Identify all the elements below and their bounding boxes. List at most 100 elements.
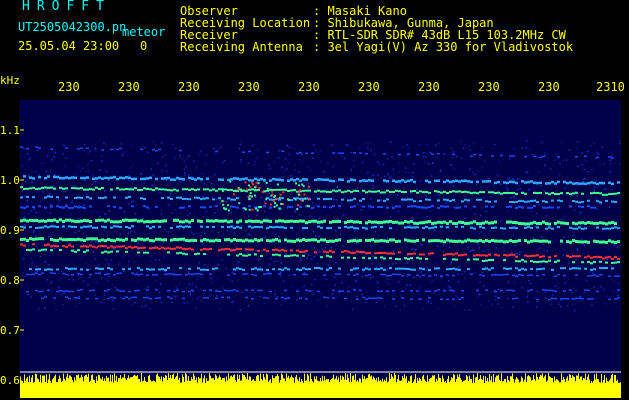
noise-speck <box>543 190 546 192</box>
signal-trace <box>176 189 179 192</box>
signal-trace <box>284 249 287 252</box>
signal-trace <box>44 268 47 271</box>
noise-speck <box>268 164 270 166</box>
signal-trace <box>527 180 530 184</box>
meteor-echo <box>278 196 281 199</box>
noise-speck <box>36 245 38 247</box>
noise-speck <box>88 177 91 180</box>
noise-speck <box>119 296 122 298</box>
signal-trace <box>263 296 266 299</box>
signal-trace <box>179 273 182 276</box>
signal-trace <box>593 181 596 185</box>
meter-bar <box>341 379 342 398</box>
noise-speck <box>583 244 585 246</box>
meteor-echo <box>248 184 251 187</box>
signal-trace <box>365 274 368 277</box>
noise-speck <box>478 293 480 296</box>
meter-bar <box>99 375 100 398</box>
signal-trace <box>572 200 575 202</box>
signal-trace <box>362 198 365 200</box>
meter-bar <box>384 379 385 398</box>
signal-trace <box>509 205 512 208</box>
meter-bar <box>429 379 430 398</box>
meter-bar <box>373 376 374 398</box>
meter-bar <box>115 380 116 398</box>
signal-trace <box>581 227 584 230</box>
signal-trace <box>98 245 101 248</box>
noise-speck <box>193 233 195 235</box>
noise-speck <box>430 175 433 177</box>
signal-trace <box>587 221 590 224</box>
noise-speck <box>398 171 400 173</box>
signal-trace <box>455 268 458 271</box>
signal-trace <box>374 239 377 243</box>
signal-trace <box>47 195 50 198</box>
signal-trace <box>602 181 605 185</box>
meter-bar <box>100 378 101 398</box>
signal-trace <box>380 273 383 276</box>
noise-speck <box>285 167 288 170</box>
signal-trace <box>482 275 485 277</box>
signal-trace <box>230 239 233 243</box>
signal-trace <box>131 238 134 242</box>
meter-bar <box>26 378 27 398</box>
meter-bar <box>427 375 428 398</box>
noise-speck <box>506 187 508 189</box>
signal-trace <box>506 181 509 185</box>
signal-trace <box>380 267 383 270</box>
signal-trace <box>533 181 536 185</box>
meter-bar <box>442 375 443 398</box>
noise-speck <box>609 170 611 173</box>
noise-speck <box>312 157 314 159</box>
signal-trace <box>242 254 245 257</box>
noise-speck <box>200 237 202 239</box>
signal-trace <box>62 220 65 223</box>
noise-speck <box>246 251 249 254</box>
noise-speck <box>505 184 507 186</box>
signal-trace <box>212 219 215 223</box>
signal-trace <box>356 220 359 224</box>
signal-trace <box>416 239 419 242</box>
noise-speck <box>260 196 263 199</box>
noise-speck <box>619 264 621 266</box>
meter-bar <box>503 381 504 398</box>
signal-trace <box>227 220 230 224</box>
noise-speck <box>174 209 176 211</box>
signal-trace <box>29 176 32 179</box>
noise-speck <box>612 290 615 292</box>
meter-bar <box>312 381 313 398</box>
signal-trace <box>257 189 260 191</box>
noise-speck <box>370 245 373 247</box>
meter-bar <box>216 375 217 398</box>
signal-trace <box>467 268 470 271</box>
signal-trace <box>377 190 380 193</box>
signal-trace <box>473 220 476 224</box>
noise-speck <box>300 196 303 198</box>
noise-speck <box>562 159 564 162</box>
signal-trace <box>602 257 605 260</box>
noise-speck <box>45 294 47 297</box>
meter-bar <box>318 381 319 398</box>
meter-bar <box>226 376 227 398</box>
signal-trace <box>596 200 599 203</box>
meter-bar <box>228 373 229 398</box>
signal-trace <box>266 151 269 154</box>
signal-trace <box>551 180 554 184</box>
meter-bar <box>92 374 93 398</box>
noise-speck <box>153 231 155 233</box>
meter-bar <box>179 377 180 398</box>
signal-trace <box>164 177 167 180</box>
noise-speck <box>99 215 101 218</box>
meter-bar <box>388 381 389 398</box>
signal-trace <box>107 273 110 275</box>
signal-trace <box>383 153 386 155</box>
signal-trace <box>62 206 65 209</box>
signal-trace <box>593 256 596 258</box>
noise-speck <box>280 262 282 264</box>
signal-trace <box>467 199 470 202</box>
signal-trace <box>71 176 74 179</box>
signal-trace <box>476 289 479 292</box>
noise-speck <box>143 182 145 185</box>
signal-trace <box>326 178 329 181</box>
signal-trace <box>140 247 143 250</box>
